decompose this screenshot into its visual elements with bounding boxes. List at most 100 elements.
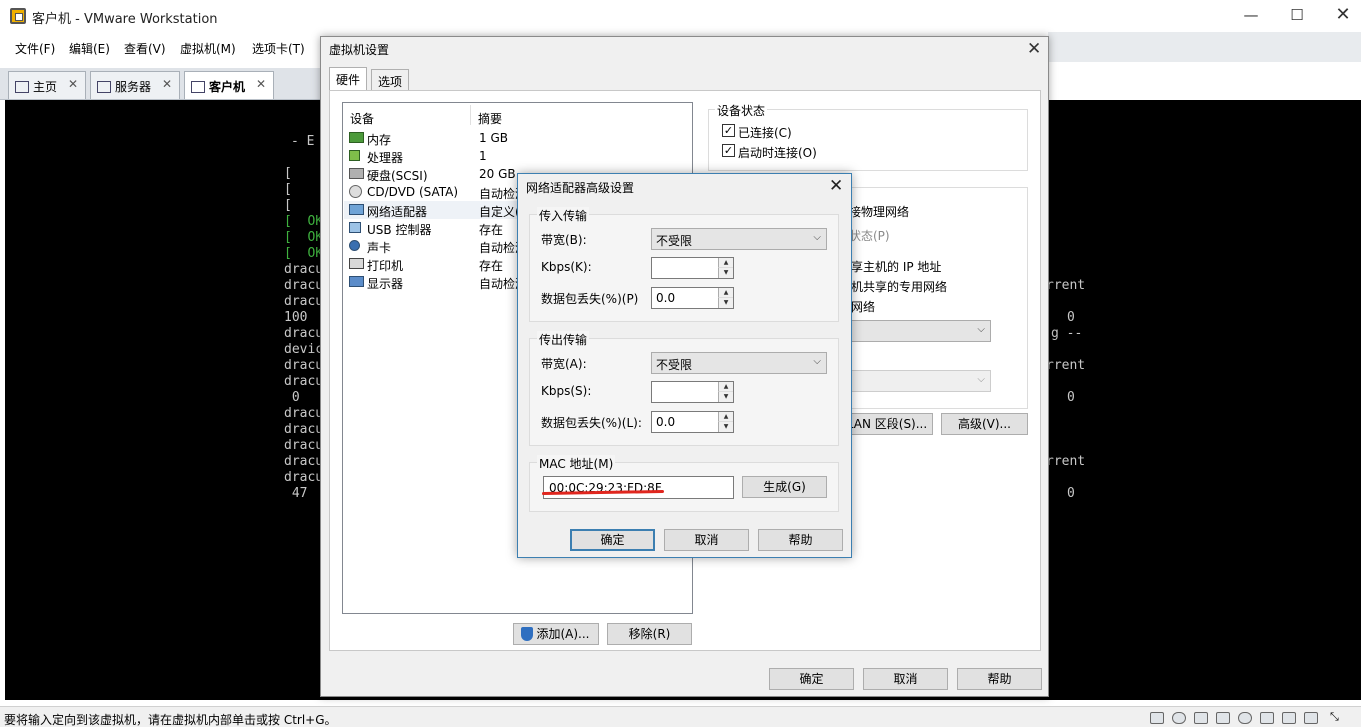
- remove-device-button[interactable]: 移除(R): [607, 623, 692, 645]
- incoming-bandwidth-select[interactable]: 不受限 ⌵: [651, 228, 827, 250]
- bridged-option-label[interactable]: 接物理网络: [849, 203, 909, 220]
- console-line: [: [284, 182, 292, 197]
- console-line: dracu: [284, 278, 324, 293]
- outgoing-loss-spinner[interactable]: 0.0 ▲ ▼: [651, 411, 734, 433]
- usb-icon: [349, 222, 361, 233]
- connect-at-power-on-checkbox[interactable]: ✓: [722, 144, 735, 157]
- menu-file[interactable]: 文件(F): [15, 40, 55, 57]
- printer-icon[interactable]: [1260, 712, 1274, 724]
- cdrom-icon: [349, 185, 362, 198]
- tab-home[interactable]: 主页 ✕: [8, 71, 86, 99]
- incoming-bandwidth-label: 带宽(B):: [541, 233, 587, 247]
- menu-edit[interactable]: 编辑(E): [69, 40, 110, 57]
- display-icon: [349, 276, 364, 287]
- console-line: dracu: [284, 406, 324, 421]
- connect-at-power-on-label[interactable]: 启动时连接(O): [738, 144, 817, 161]
- vm-icon: [97, 81, 111, 93]
- spin-down-icon[interactable]: ▼: [718, 422, 733, 432]
- usb-icon[interactable]: [1216, 712, 1230, 724]
- advanced-button[interactable]: 高级(V)...: [941, 413, 1028, 435]
- memory-icon: [349, 132, 364, 143]
- tab-server[interactable]: 服务器 ✕: [90, 71, 180, 99]
- minimize-button[interactable]: —: [1228, 4, 1274, 28]
- outgoing-transfer-label: 传出传输: [537, 331, 590, 348]
- outgoing-bandwidth-select[interactable]: 不受限 ⌵: [651, 352, 827, 374]
- vm-settings-close-icon[interactable]: ✕: [1027, 39, 1041, 59]
- network-adapter-icon: [349, 204, 364, 215]
- spin-up-icon[interactable]: ▲: [718, 382, 733, 392]
- tab-hardware[interactable]: 硬件: [329, 67, 368, 91]
- vm-icon: [191, 81, 205, 93]
- device-name: CD/DVD (SATA): [367, 185, 459, 199]
- vm-settings-title: 虚拟机设置: [329, 43, 390, 57]
- lan-segment-select[interactable]: ⌵: [839, 370, 991, 392]
- spin-up-icon[interactable]: ▲: [718, 412, 733, 422]
- console-line: [ OK: [284, 246, 324, 261]
- device-row-processor[interactable]: 处理器 1: [344, 147, 692, 165]
- spin-down-icon[interactable]: ▼: [718, 392, 733, 402]
- incoming-loss-label: 数据包丢失(%)(P): [541, 292, 639, 306]
- sound-icon[interactable]: [1238, 712, 1252, 724]
- tab-guest[interactable]: 客户机 ✕: [184, 71, 274, 99]
- network-icon[interactable]: [1194, 712, 1208, 724]
- generate-mac-button[interactable]: 生成(G): [742, 476, 827, 498]
- close-tab-guest-icon[interactable]: ✕: [256, 77, 266, 91]
- tab-options[interactable]: 选项: [371, 69, 410, 91]
- incoming-kbps-spinner[interactable]: ▲ ▼: [651, 257, 734, 279]
- column-summary[interactable]: 摘要: [478, 110, 502, 127]
- advanced-dialog-close-icon[interactable]: ✕: [829, 176, 843, 196]
- menu-vm[interactable]: 虚拟机(M): [180, 40, 236, 57]
- advanced-ok-button[interactable]: 确定: [570, 529, 655, 551]
- cdrom-icon[interactable]: [1172, 712, 1186, 724]
- display-icon[interactable]: [1282, 712, 1296, 724]
- hdd-icon[interactable]: [1150, 712, 1164, 724]
- nat-option-label[interactable]: 享主机的 IP 地址: [851, 258, 941, 275]
- device-name: 打印机: [367, 259, 404, 273]
- menubar: 文件(F) 编辑(E) 查看(V) 虚拟机(M) 选项卡(T): [0, 36, 320, 58]
- console-line: dracu: [284, 294, 324, 309]
- replicate-state-label[interactable]: 状态(P): [849, 227, 890, 244]
- console-line: 47: [284, 486, 308, 501]
- add-device-button[interactable]: 添加(A)...: [513, 623, 599, 645]
- incoming-loss-spinner[interactable]: 0.0 ▲ ▼: [651, 287, 734, 309]
- connected-label[interactable]: 已连接(C): [738, 124, 792, 141]
- close-tab-server-icon[interactable]: ✕: [162, 77, 172, 91]
- device-summary: 1: [479, 149, 487, 163]
- custom-option-label[interactable]: 网络: [851, 298, 875, 315]
- vm-settings-help-button[interactable]: 帮助: [957, 668, 1042, 690]
- console-line: dracu: [284, 470, 324, 485]
- host-only-option-label[interactable]: 机共享的专用网络: [851, 278, 947, 295]
- menu-view[interactable]: 查看(V): [124, 40, 166, 57]
- spin-down-icon[interactable]: ▼: [718, 298, 733, 308]
- incoming-bandwidth-value: 不受限: [656, 234, 693, 248]
- console-line: dracu: [284, 326, 324, 341]
- advanced-help-button[interactable]: 帮助: [758, 529, 843, 551]
- message-icon[interactable]: [1304, 712, 1318, 724]
- spin-up-icon[interactable]: ▲: [718, 258, 733, 268]
- spin-up-icon[interactable]: ▲: [718, 288, 733, 298]
- menu-tabs[interactable]: 选项卡(T): [252, 40, 305, 57]
- window-titlebar: 客户机 - VMware Workstation — ☐ ✕: [0, 0, 1361, 32]
- incoming-transfer-label: 传入传输: [537, 207, 590, 224]
- custom-network-select[interactable]: ⌵: [839, 320, 991, 342]
- vm-settings-cancel-button[interactable]: 取消: [863, 668, 948, 690]
- advanced-cancel-button[interactable]: 取消: [664, 529, 749, 551]
- close-window-button[interactable]: ✕: [1320, 4, 1361, 28]
- console-line: [: [284, 198, 292, 213]
- expand-icon[interactable]: ⤡: [1330, 710, 1344, 723]
- connected-checkbox[interactable]: ✓: [722, 124, 735, 137]
- device-row-memory[interactable]: 内存 1 GB: [344, 129, 692, 147]
- console-line: devic: [284, 342, 324, 357]
- outgoing-bandwidth-value: 不受限: [656, 358, 693, 372]
- spin-down-icon[interactable]: ▼: [718, 268, 733, 278]
- maximize-button[interactable]: ☐: [1274, 4, 1320, 28]
- console-line: dracu: [284, 454, 324, 469]
- outgoing-kbps-spinner[interactable]: ▲ ▼: [651, 381, 734, 403]
- console-line: dracu: [284, 422, 324, 437]
- column-device[interactable]: 设备: [350, 110, 374, 127]
- close-tab-home-icon[interactable]: ✕: [68, 77, 78, 91]
- mac-address-input[interactable]: 00:0C:29:23:FD:8F: [543, 476, 734, 499]
- vm-settings-ok-button[interactable]: 确定: [769, 668, 854, 690]
- status-text: 要将输入定向到该虚拟机，请在虚拟机内部单击或按 Ctrl+G。: [4, 713, 337, 727]
- incoming-loss-value: 0.0: [656, 291, 676, 305]
